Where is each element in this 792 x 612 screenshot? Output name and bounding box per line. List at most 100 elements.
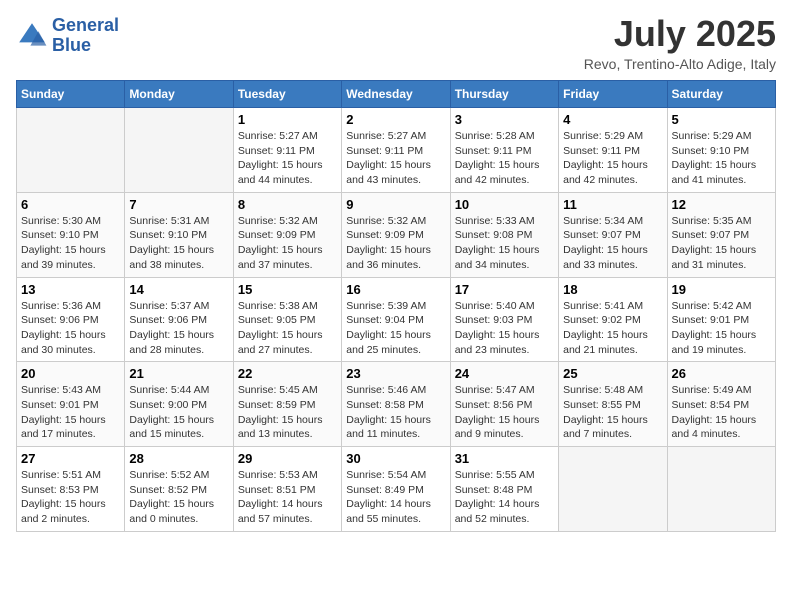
location-subtitle: Revo, Trentino-Alto Adige, Italy — [584, 56, 776, 72]
calendar-cell: 15Sunrise: 5:38 AM Sunset: 9:05 PM Dayli… — [233, 277, 341, 362]
calendar-cell: 1Sunrise: 5:27 AM Sunset: 9:11 PM Daylig… — [233, 108, 341, 193]
day-info: Sunrise: 5:55 AM Sunset: 8:48 PM Dayligh… — [455, 468, 554, 527]
calendar-cell: 25 Sunrise: 5:48 AM Sunset: 8:55 PM Dayli… — [559, 362, 667, 447]
day-number: 11 — [563, 197, 662, 212]
calendar-cell — [559, 447, 667, 532]
calendar-cell: 2Sunrise: 5:27 AM Sunset: 9:11 PM Daylig… — [342, 108, 450, 193]
calendar-cell: 29Sunrise: 5:53 AM Sunset: 8:51 PM Dayli… — [233, 447, 341, 532]
day-number: 3 — [455, 112, 554, 127]
calendar-cell: 21 Sunrise: 5:44 AM Sunset: 9:00 PM Dayli… — [125, 362, 233, 447]
calendar-cell — [667, 447, 775, 532]
day-number: 19 — [672, 282, 771, 297]
calendar-cell: 11 Sunrise: 5:34 AM Sunset: 9:07 PM Dayli… — [559, 192, 667, 277]
column-header-sunday: Sunday — [17, 81, 125, 108]
day-info: Sunrise: 5:33 AM Sunset: 9:08 PM Dayligh… — [455, 214, 554, 273]
day-number: 18 — [563, 282, 662, 297]
title-block: July 2025 Revo, Trentino-Alto Adige, Ita… — [584, 16, 776, 72]
calendar-cell — [17, 108, 125, 193]
day-info: Sunrise: 5:43 AM Sunset: 9:01 PM Dayligh… — [21, 383, 120, 442]
day-info: Sunrise: 5:42 AM Sunset: 9:01 PM Dayligh… — [672, 299, 771, 358]
day-number: 26 — [672, 366, 771, 381]
day-info: Sunrise: 5:27 AM Sunset: 9:11 PM Dayligh… — [346, 129, 445, 188]
day-info: Sunrise: 5:29 AM Sunset: 9:10 PM Dayligh… — [672, 129, 771, 188]
day-number: 16 — [346, 282, 445, 297]
day-info: Sunrise: 5:30 AM Sunset: 9:10 PM Dayligh… — [21, 214, 120, 273]
month-title: July 2025 — [584, 16, 776, 52]
day-info: Sunrise: 5:36 AM Sunset: 9:06 PM Dayligh… — [21, 299, 120, 358]
day-info: Sunrise: 5:41 AM Sunset: 9:02 PM Dayligh… — [563, 299, 662, 358]
column-header-monday: Monday — [125, 81, 233, 108]
day-number: 31 — [455, 451, 554, 466]
calendar-cell: 6 Sunrise: 5:30 AM Sunset: 9:10 PM Daylig… — [17, 192, 125, 277]
logo: General Blue — [16, 16, 119, 56]
day-info: Sunrise: 5:44 AM Sunset: 9:00 PM Dayligh… — [129, 383, 228, 442]
calendar-cell: 13 Sunrise: 5:36 AM Sunset: 9:06 PM Dayli… — [17, 277, 125, 362]
day-info: Sunrise: 5:32 AM Sunset: 9:09 PM Dayligh… — [346, 214, 445, 273]
day-info: Sunrise: 5:37 AM Sunset: 9:06 PM Dayligh… — [129, 299, 228, 358]
day-info: Sunrise: 5:31 AM Sunset: 9:10 PM Dayligh… — [129, 214, 228, 273]
calendar-week-5: 27 Sunrise: 5:51 AM Sunset: 8:53 PM Dayli… — [17, 447, 776, 532]
calendar-cell: 17 Sunrise: 5:40 AM Sunset: 9:03 PM Dayli… — [450, 277, 558, 362]
calendar-cell: 26Sunrise: 5:49 AM Sunset: 8:54 PM Dayli… — [667, 362, 775, 447]
calendar-cell: 5 Sunrise: 5:29 AM Sunset: 9:10 PM Daylig… — [667, 108, 775, 193]
day-number: 21 — [129, 366, 228, 381]
column-header-friday: Friday — [559, 81, 667, 108]
day-info: Sunrise: 5:52 AM Sunset: 8:52 PM Dayligh… — [129, 468, 228, 527]
calendar-cell: 16 Sunrise: 5:39 AM Sunset: 9:04 PM Dayli… — [342, 277, 450, 362]
day-info: Sunrise: 5:46 AM Sunset: 8:58 PM Dayligh… — [346, 383, 445, 442]
day-info: Sunrise: 5:54 AM Sunset: 8:49 PM Dayligh… — [346, 468, 445, 527]
day-number: 17 — [455, 282, 554, 297]
calendar-cell: 8Sunrise: 5:32 AM Sunset: 9:09 PM Daylig… — [233, 192, 341, 277]
calendar-cell: 23 Sunrise: 5:46 AM Sunset: 8:58 PM Dayli… — [342, 362, 450, 447]
day-number: 10 — [455, 197, 554, 212]
day-number: 12 — [672, 197, 771, 212]
day-info: Sunrise: 5:34 AM Sunset: 9:07 PM Dayligh… — [563, 214, 662, 273]
day-info: Sunrise: 5:27 AM Sunset: 9:11 PM Dayligh… — [238, 129, 337, 188]
day-info: Sunrise: 5:53 AM Sunset: 8:51 PM Dayligh… — [238, 468, 337, 527]
day-info: Sunrise: 5:38 AM Sunset: 9:05 PM Dayligh… — [238, 299, 337, 358]
calendar-cell: 24 Sunrise: 5:47 AM Sunset: 8:56 PM Dayli… — [450, 362, 558, 447]
calendar-header-row: SundayMondayTuesdayWednesdayThursdayFrid… — [17, 81, 776, 108]
day-number: 23 — [346, 366, 445, 381]
calendar-cell: 20Sunrise: 5:43 AM Sunset: 9:01 PM Dayli… — [17, 362, 125, 447]
calendar-cell: 19 Sunrise: 5:42 AM Sunset: 9:01 PM Dayli… — [667, 277, 775, 362]
day-info: Sunrise: 5:40 AM Sunset: 9:03 PM Dayligh… — [455, 299, 554, 358]
calendar-cell: 14Sunrise: 5:37 AM Sunset: 9:06 PM Dayli… — [125, 277, 233, 362]
day-info: Sunrise: 5:28 AM Sunset: 9:11 PM Dayligh… — [455, 129, 554, 188]
calendar-cell: 12Sunrise: 5:35 AM Sunset: 9:07 PM Dayli… — [667, 192, 775, 277]
day-number: 4 — [563, 112, 662, 127]
day-number: 28 — [129, 451, 228, 466]
calendar-cell: 18 Sunrise: 5:41 AM Sunset: 9:02 PM Dayli… — [559, 277, 667, 362]
day-number: 7 — [129, 197, 228, 212]
day-number: 13 — [21, 282, 120, 297]
calendar-cell: 3 Sunrise: 5:28 AM Sunset: 9:11 PM Daylig… — [450, 108, 558, 193]
day-info: Sunrise: 5:47 AM Sunset: 8:56 PM Dayligh… — [455, 383, 554, 442]
calendar-cell: 22 Sunrise: 5:45 AM Sunset: 8:59 PM Dayli… — [233, 362, 341, 447]
day-info: Sunrise: 5:29 AM Sunset: 9:11 PM Dayligh… — [563, 129, 662, 188]
column-header-wednesday: Wednesday — [342, 81, 450, 108]
logo-icon — [16, 20, 48, 52]
calendar-cell: 7 Sunrise: 5:31 AM Sunset: 9:10 PM Daylig… — [125, 192, 233, 277]
day-number: 8 — [238, 197, 337, 212]
day-number: 9 — [346, 197, 445, 212]
day-info: Sunrise: 5:39 AM Sunset: 9:04 PM Dayligh… — [346, 299, 445, 358]
day-number: 5 — [672, 112, 771, 127]
day-number: 25 — [563, 366, 662, 381]
day-number: 30 — [346, 451, 445, 466]
calendar-cell: 10 Sunrise: 5:33 AM Sunset: 9:08 PM Dayli… — [450, 192, 558, 277]
day-info: Sunrise: 5:48 AM Sunset: 8:55 PM Dayligh… — [563, 383, 662, 442]
column-header-thursday: Thursday — [450, 81, 558, 108]
column-header-tuesday: Tuesday — [233, 81, 341, 108]
calendar-week-3: 13 Sunrise: 5:36 AM Sunset: 9:06 PM Dayli… — [17, 277, 776, 362]
day-number: 27 — [21, 451, 120, 466]
day-number: 24 — [455, 366, 554, 381]
day-number: 6 — [21, 197, 120, 212]
day-info: Sunrise: 5:51 AM Sunset: 8:53 PM Dayligh… — [21, 468, 120, 527]
logo-text: General Blue — [52, 16, 119, 56]
calendar-table: SundayMondayTuesdayWednesdayThursdayFrid… — [16, 80, 776, 532]
day-info: Sunrise: 5:45 AM Sunset: 8:59 PM Dayligh… — [238, 383, 337, 442]
calendar-cell: 30 Sunrise: 5:54 AM Sunset: 8:49 PM Dayli… — [342, 447, 450, 532]
calendar-body: 1Sunrise: 5:27 AM Sunset: 9:11 PM Daylig… — [17, 108, 776, 532]
day-number: 22 — [238, 366, 337, 381]
calendar-cell: 4 Sunrise: 5:29 AM Sunset: 9:11 PM Daylig… — [559, 108, 667, 193]
